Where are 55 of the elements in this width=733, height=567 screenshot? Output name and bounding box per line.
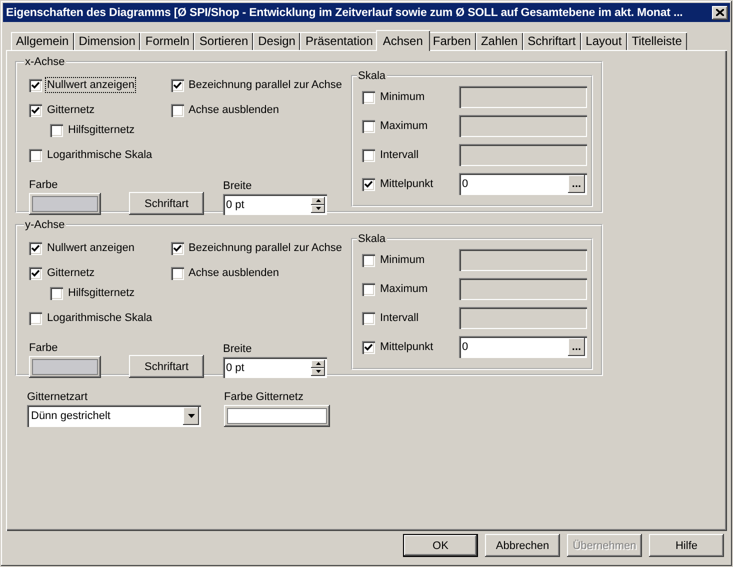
checkbox-label[interactable]: Intervall — [379, 148, 459, 162]
checkbox-label[interactable]: Mittelpunkt — [379, 340, 459, 354]
checkbox-label[interactable]: Logarithmische Skala — [46, 148, 154, 162]
tab[interactable]: Allgemein — [11, 32, 74, 50]
font-button[interactable]: Schriftart — [129, 192, 204, 215]
group-title: Skala — [357, 233, 387, 245]
checkbox-label[interactable]: Logarithmische Skala — [46, 311, 154, 325]
checkbox-label[interactable]: Bezeichnung parallel zur Achse — [188, 78, 343, 92]
checkbox-label[interactable]: Minimum — [379, 253, 459, 267]
browse-button[interactable]: ... — [568, 175, 585, 193]
tab[interactable]: Schriftart — [522, 32, 581, 50]
field-label: Breite — [223, 343, 253, 355]
checkbox-label[interactable]: Maximum — [379, 282, 459, 296]
dialog-button[interactable]: OK — [403, 534, 478, 557]
tab[interactable]: Design — [253, 32, 300, 50]
tab[interactable]: Formeln — [140, 32, 194, 50]
grid-type-dropdown[interactable]: Dünn gestrichelt — [27, 405, 201, 427]
tab[interactable]: Präsentation — [300, 32, 378, 50]
tab[interactable]: Zahlen — [476, 32, 523, 50]
field-label: Farbe — [29, 179, 59, 191]
tab[interactable]: Dimension — [74, 32, 140, 50]
checkbox-label[interactable]: Achse ausblenden — [188, 103, 280, 117]
group-title: y-Achse — [24, 219, 66, 231]
checkbox-label[interactable]: Gitternetz — [46, 103, 96, 117]
tab[interactable]: Farben — [428, 32, 476, 50]
field-label: Gitternetzart — [27, 391, 89, 403]
checkbox-label[interactable]: Bezeichnung parallel zur Achse — [188, 241, 343, 255]
dialog-button[interactable]: Abbrechen — [485, 534, 560, 557]
checkbox-label[interactable]: Minimum — [379, 90, 459, 104]
window-title: Eigenschaften des Diagramms [Ø SPI/Shop - Entwicklung im Zeitverlauf sowie zum Ø SOLL auf Gesamtebene im akt. Monat ... — [6, 6, 683, 18]
checkbox-label[interactable]: Maximum — [379, 119, 459, 133]
field-label: Farbe — [29, 342, 59, 354]
checkbox-label[interactable]: Hilfsgitternetz — [67, 123, 136, 137]
field-label: Farbe Gitternetz — [224, 391, 304, 403]
group-title: Skala — [357, 70, 387, 82]
checkbox-label[interactable]: Nullwert anzeigen — [46, 78, 136, 92]
checkbox-label[interactable]: Hilfsgitternetz — [67, 286, 136, 300]
input-field[interactable]: 0 ... — [459, 336, 587, 358]
tab[interactable]: Achsen — [376, 30, 430, 51]
checkbox-label[interactable]: Nullwert anzeigen — [46, 241, 136, 255]
width-spinner[interactable]: 0 pt — [223, 194, 327, 215]
browse-button[interactable]: ... — [568, 338, 585, 356]
tab[interactable]: Layout — [580, 32, 627, 50]
tab[interactable]: Titelleiste — [626, 32, 687, 50]
field-label: Breite — [223, 180, 253, 192]
checkbox-label[interactable]: Mittelpunkt — [379, 177, 459, 191]
font-button[interactable]: Schriftart — [129, 355, 204, 378]
group-title: x-Achse — [24, 56, 66, 68]
width-spinner[interactable]: 0 pt — [223, 357, 327, 378]
tab[interactable]: Sortieren — [194, 32, 254, 50]
checkbox-label[interactable]: Gitternetz — [46, 266, 96, 280]
dialog-button[interactable]: Hilfe — [649, 534, 724, 557]
input-field[interactable]: 0 ... — [459, 173, 587, 195]
checkbox-label[interactable]: Intervall — [379, 311, 459, 325]
checkbox-label[interactable]: Achse ausblenden — [188, 266, 280, 280]
